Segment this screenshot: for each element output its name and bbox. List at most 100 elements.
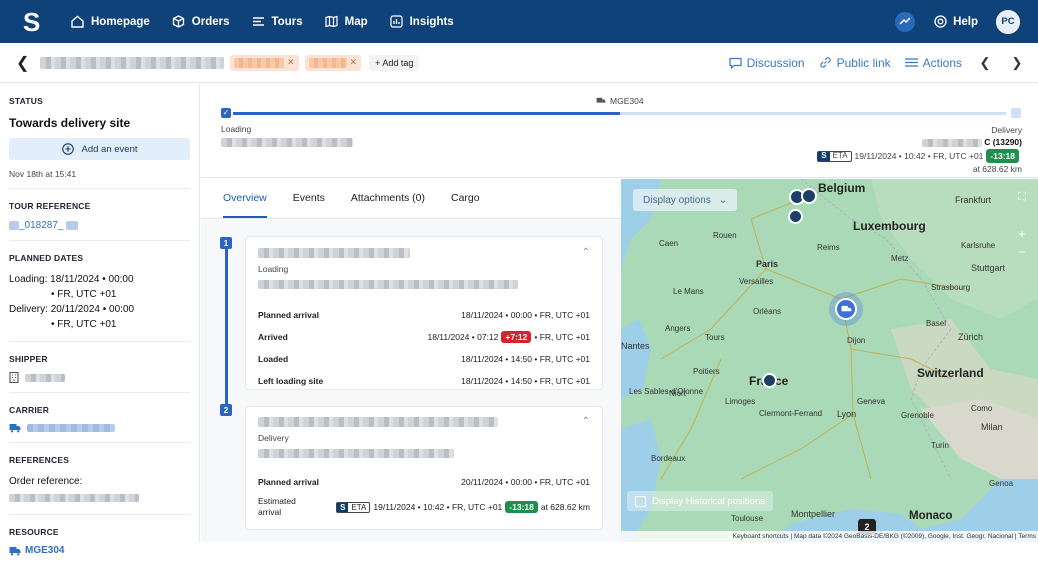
historical-positions-toggle[interactable]: Display Historical positions — [627, 491, 773, 511]
left-site-row: Left loading site 18/11/2024 • 14:50 • FR… — [258, 376, 590, 386]
eta-value: 19/11/2024 • 10:42 • FR, UTC +01 — [854, 151, 984, 161]
whats-new-icon[interactable] — [894, 11, 916, 33]
estimated-arrival-row: Estimated arrival S ETA 19/11/2024 • 10:4… — [258, 496, 590, 517]
loading-timezone: • FR, UTC +01 — [51, 289, 117, 300]
fullscreen-icon[interactable]: ⛶ — [1014, 191, 1030, 207]
loading-site-name-redacted — [258, 247, 410, 258]
zoom-controls[interactable]: + − — [1014, 225, 1030, 261]
nav-tours-label: Tours — [271, 15, 303, 28]
chart-icon — [390, 15, 403, 28]
nav-orders[interactable]: Orders — [172, 15, 230, 28]
tour-reference-link[interactable]: _018287_ — [19, 220, 64, 231]
zoom-in-icon[interactable]: + — [1014, 225, 1030, 243]
add-event-button[interactable]: Add an event — [9, 138, 190, 160]
map-attribution: Keyboard shortcuts | Map data ©2024 GeoB… — [621, 531, 1038, 542]
loading-kind-label: Loading — [258, 264, 289, 274]
next-order-icon[interactable]: ❯ — [1008, 55, 1026, 71]
progress-delivery-label: Delivery — [991, 125, 1022, 135]
stop-marker[interactable] — [762, 373, 777, 388]
stop-marker[interactable] — [801, 188, 817, 204]
loading-date-label: Loading: — [9, 274, 48, 285]
map-label-tours: Tours — [705, 333, 725, 342]
estimated-delay-badge: -13:18 — [505, 501, 538, 513]
nav-orders-label: Orders — [191, 15, 230, 28]
status-heading: STATUS — [9, 96, 43, 106]
carrier-heading: CARRIER — [9, 405, 50, 415]
nav-homepage[interactable]: Homepage — [71, 15, 150, 28]
progress-fill — [233, 112, 620, 115]
help-button[interactable]: Help — [934, 15, 978, 28]
map-label-zurich: Zürich — [958, 332, 984, 342]
app-logo[interactable]: S — [23, 9, 49, 35]
display-options-button[interactable]: Display options ⌄ — [633, 189, 738, 211]
order-sidebar: STATUS Towards delivery site Add an even… — [0, 84, 200, 556]
map-label-le-mans: Le Mans — [673, 287, 704, 296]
header-actions: Discussion Public link Actions ❮ ❯ — [728, 55, 1026, 71]
tab-cargo[interactable]: Cargo — [451, 192, 480, 218]
tab-events[interactable]: Events — [293, 192, 325, 218]
map-label-limoges: Limoges — [725, 397, 756, 406]
timeline-line — [225, 248, 228, 408]
tour-reference-section: TOUR REFERENCE _018287_ — [9, 189, 190, 241]
tab-overview[interactable]: Overview — [223, 192, 267, 218]
map-label-metz: Metz — [891, 254, 909, 263]
loading-date-value: 18/11/2024 • 00:00 — [50, 274, 134, 285]
vehicle-position-marker[interactable] — [829, 292, 863, 326]
arrived-row: Arrived 18/11/2024 • 07:12 +7:12 • FR, UTC … — [258, 331, 590, 343]
nav-insights[interactable]: Insights — [390, 15, 454, 28]
discussion-button[interactable]: Discussion — [728, 56, 805, 70]
stop-number-1: 1 — [220, 237, 232, 249]
map-label-orleans: Orléans — [753, 307, 782, 316]
map-label-geneva: Geneva — [857, 397, 886, 406]
delivery-summary: Delivery C (13290) S ETA 19/11/2024 • 10:… — [817, 124, 1022, 175]
building-icon — [9, 372, 19, 383]
map-label-como: Como — [971, 404, 993, 413]
plus-circle-icon — [61, 143, 74, 155]
map-label-turin: Turin — [931, 441, 949, 450]
progress-track: ✓ — [221, 108, 1021, 118]
eta-delay-badge: -13:18 — [986, 149, 1019, 163]
map-label-paris: Paris — [756, 259, 779, 269]
map-label-belgium: Belgium — [818, 181, 866, 195]
remove-tag-icon[interactable]: ✕ — [350, 57, 358, 68]
tab-attachments[interactable]: Attachments (0) — [351, 192, 425, 218]
public-link-button[interactable]: Public link — [819, 56, 891, 70]
arrival-delay-badge: +7:12 — [501, 331, 532, 343]
actions-button[interactable]: Actions — [904, 56, 962, 70]
map-label-monaco: Monaco — [909, 510, 953, 522]
previous-order-icon[interactable]: ❮ — [976, 55, 994, 71]
loaded-row: Loaded 18/11/2024 • 14:50 • FR, UTC +01 — [258, 354, 590, 364]
nav-homepage-label: Homepage — [91, 15, 150, 28]
remove-tag-icon[interactable]: ✕ — [287, 57, 295, 68]
checkbox-icon[interactable] — [635, 495, 646, 507]
map-label-luxembourg: Luxembourg — [853, 219, 926, 233]
delivery-stop-card: ⌃ Delivery Planned arrival 20/11/2024 • 0… — [245, 406, 603, 530]
nav-tours[interactable]: Tours — [252, 15, 303, 28]
stop-marker[interactable] — [788, 209, 803, 224]
collapse-chevron-icon[interactable]: ⌃ — [582, 416, 590, 427]
carrier-name-redacted[interactable] — [27, 424, 115, 432]
tour-reference-row: _018287_ — [9, 220, 190, 231]
user-avatar[interactable]: PC — [996, 9, 1020, 34]
stop-number-2: 2 — [220, 404, 232, 416]
box-icon — [172, 15, 184, 28]
tag-chip[interactable]: ✕ — [230, 54, 299, 71]
map-background — [621, 179, 1038, 542]
detail-tabs: Overview Events Attachments (0) Cargo — [201, 179, 621, 219]
map-label-switzerland: Switzerland — [917, 366, 984, 380]
tag-chip[interactable]: ✕ — [304, 54, 362, 71]
zoom-out-icon[interactable]: − — [1014, 243, 1030, 261]
planned-dates-values: Loading: 18/11/2024 • 00:00 • FR, UTC +0… — [9, 272, 190, 332]
collapse-chevron-icon[interactable]: ⌃ — [582, 247, 590, 258]
back-arrow-icon[interactable]: ❮ — [16, 53, 30, 73]
map-label-stuttgart: Stuttgart — [971, 263, 1006, 273]
tour-map[interactable]: Display options ⌄ ⛶ + − Belgium Luxembourg… — [621, 179, 1038, 542]
menu-icon — [904, 58, 918, 67]
resource-link[interactable]: MGE304 — [25, 545, 64, 556]
references-heading: REFERENCES — [9, 455, 70, 465]
nav-map[interactable]: Map — [325, 15, 368, 28]
top-navigation: S Homepage Orders Tours Map Insights Hel… — [0, 0, 1038, 43]
map-label-clermont: Clermont-Ferrand — [759, 409, 823, 418]
nav-insights-label: Insights — [409, 15, 454, 28]
add-tag-button[interactable]: + Add tag — [369, 54, 420, 71]
